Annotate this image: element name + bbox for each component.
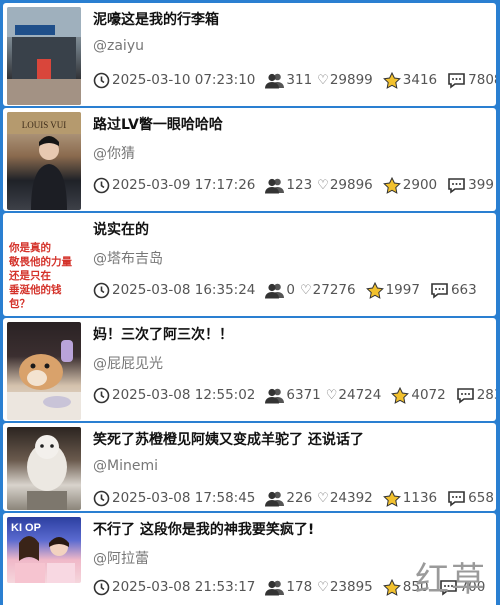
post-meta: 2025-03-08 17:58:45 226 ♡ 24392 1136 658 <box>93 488 494 508</box>
users-icon <box>265 388 285 403</box>
post-meta: 2025-03-08 16:35:24 0 ♡ 27276 1997 663 <box>93 280 492 300</box>
post-time: 2025-03-09 17:17:26 <box>112 177 256 193</box>
star-icon[interactable] <box>365 281 384 299</box>
post-time: 2025-03-08 12:55:02 <box>112 387 256 403</box>
users-icon <box>265 580 285 595</box>
post-title[interactable]: 不行了 这段你是我的神我要笑疯了! <box>93 519 488 539</box>
post-author[interactable]: @塔布吉岛 <box>93 248 163 268</box>
users-icon <box>265 178 285 193</box>
comment-icon[interactable] <box>447 490 466 507</box>
comment-count: 2837 <box>476 387 496 403</box>
star-icon[interactable] <box>382 489 401 507</box>
star-count: 1997 <box>385 282 420 298</box>
heart-icon[interactable]: ♡ <box>300 283 312 298</box>
star-icon[interactable] <box>382 71 401 89</box>
thumbnail-caption: 你是真的 敬畏他的力量 还是只在 垂涎他的钱包？ <box>9 242 72 310</box>
like-count: 24724 <box>338 387 382 403</box>
clock-icon <box>93 72 110 88</box>
star-count: 4072 <box>411 387 446 403</box>
star-count: 1136 <box>402 490 438 506</box>
post-meta: 2025-03-09 17:17:26 123 ♡ 29896 2900 399 <box>93 175 494 195</box>
comment-icon[interactable] <box>447 177 466 194</box>
viewer-count: 123 <box>286 177 313 193</box>
store-sign: LOUIS VUI <box>22 120 67 130</box>
post-thumbnail[interactable] <box>7 322 81 420</box>
comment-count: 7808 <box>468 72 496 88</box>
clock-icon <box>93 282 110 298</box>
viewer-count: 178 <box>286 579 313 595</box>
heart-icon[interactable]: ♡ <box>317 491 329 506</box>
comment-icon[interactable] <box>430 282 449 299</box>
post-thumbnail[interactable]: 你是真的 敬畏他的力量 还是只在 垂涎他的钱包？ <box>7 217 81 315</box>
star-count: 2900 <box>402 177 438 193</box>
heart-icon[interactable]: ♡ <box>317 73 329 88</box>
comment-count: 399 <box>468 177 494 193</box>
post-title[interactable]: 妈！三次了阿三次！！ <box>93 324 488 344</box>
post-title[interactable]: 说实在的 <box>93 219 488 239</box>
post-card[interactable]: 妈！三次了阿三次！！ @屁屁见光 2025-03-08 12:55:02 637… <box>3 318 496 421</box>
post-list: 泥嚎这是我的行李箱 @zaiyu 2025-03-10 07:23:10 311… <box>0 0 500 605</box>
post-card[interactable]: 笑死了苏橙橙见阿姨又变成羊驼了 还说话了 @Minemi 2025-03-08 … <box>3 423 496 511</box>
post-thumbnail[interactable] <box>7 7 81 105</box>
clock-icon <box>93 579 110 595</box>
post-card[interactable]: 泥嚎这是我的行李箱 @zaiyu 2025-03-10 07:23:10 311… <box>3 3 496 106</box>
viewer-count: 6371 <box>286 387 321 403</box>
post-time: 2025-03-10 07:23:10 <box>112 72 256 88</box>
post-thumbnail[interactable] <box>7 427 81 510</box>
comment-icon[interactable] <box>447 72 466 89</box>
viewer-count: 0 <box>286 282 295 298</box>
clock-icon <box>93 177 110 193</box>
star-icon[interactable] <box>391 386 410 404</box>
comment-count: 658 <box>468 490 494 506</box>
post-meta: 2025-03-08 12:55:02 6371 ♡24724 4072 283… <box>93 385 496 405</box>
like-count: 24392 <box>329 490 373 506</box>
post-meta: 2025-03-10 07:23:10 311 ♡29899 3416 7808 <box>93 70 496 90</box>
clock-icon <box>93 490 110 506</box>
watermark: 红草 <box>415 560 487 600</box>
post-author[interactable]: @阿拉蕾 <box>93 548 149 568</box>
heart-icon[interactable]: ♡ <box>326 388 338 403</box>
post-card[interactable]: LOUIS VUI 路过LV瞥一眼哈哈哈 @你猜 2025-03-09 17:1… <box>3 108 496 211</box>
post-author[interactable]: @你猜 <box>93 143 135 163</box>
post-author[interactable]: @Minemi <box>93 458 158 474</box>
star-count: 3416 <box>402 72 438 88</box>
like-count: 23895 <box>329 579 373 595</box>
heart-icon[interactable]: ♡ <box>317 178 329 193</box>
like-count: 29899 <box>329 72 373 88</box>
comment-icon[interactable] <box>456 387 475 404</box>
like-count: 29896 <box>329 177 373 193</box>
star-icon[interactable] <box>382 176 401 194</box>
viewer-count: 311 <box>286 72 313 88</box>
viewer-count: 226 <box>286 490 313 506</box>
post-thumbnail[interactable]: KI OP <box>7 517 81 583</box>
post-author[interactable]: @屁屁见光 <box>93 353 163 373</box>
show-sign: KI OP <box>11 522 41 534</box>
post-card[interactable]: 你是真的 敬畏他的力量 还是只在 垂涎他的钱包？ 说实在的 @塔布吉岛 2025… <box>3 213 496 316</box>
post-title[interactable]: 泥嚎这是我的行李箱 <box>93 9 488 29</box>
post-title[interactable]: 路过LV瞥一眼哈哈哈 <box>93 114 488 134</box>
star-icon[interactable] <box>382 578 401 596</box>
post-author[interactable]: @zaiyu <box>93 38 144 54</box>
like-count: 27276 <box>312 282 356 298</box>
users-icon <box>265 283 285 298</box>
post-thumbnail[interactable]: LOUIS VUI <box>7 112 81 210</box>
post-time: 2025-03-08 16:35:24 <box>112 282 256 298</box>
users-icon <box>265 73 285 88</box>
heart-icon[interactable]: ♡ <box>317 580 329 595</box>
users-icon <box>265 491 285 506</box>
post-time: 2025-03-08 17:58:45 <box>112 490 256 506</box>
comment-count: 663 <box>450 282 477 298</box>
post-time: 2025-03-08 21:53:17 <box>112 579 256 595</box>
clock-icon <box>93 387 110 403</box>
post-title[interactable]: 笑死了苏橙橙见阿姨又变成羊驼了 还说话了 <box>93 429 488 449</box>
